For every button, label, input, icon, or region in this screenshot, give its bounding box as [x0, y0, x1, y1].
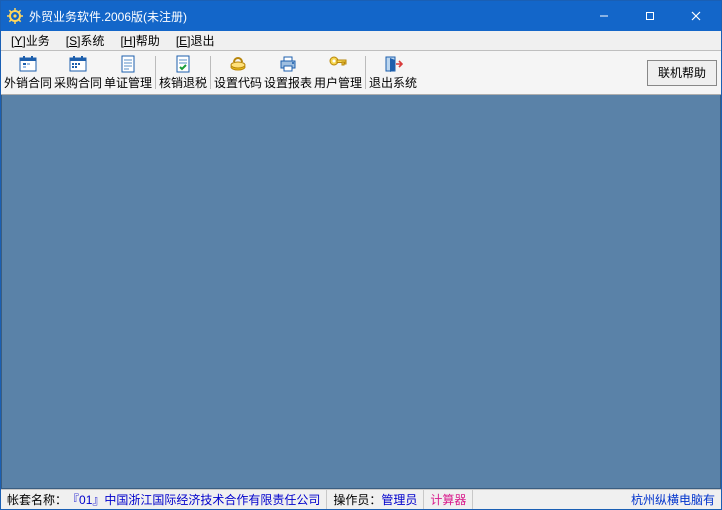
- account-value: 『01』中国浙江国际经济技术合作有限责任公司: [67, 491, 320, 508]
- close-button[interactable]: [673, 1, 719, 31]
- calendar-icon: [17, 54, 39, 74]
- window-title: 外贸业务软件.2006版(未注册): [29, 8, 581, 25]
- tb-label: 设置报表: [264, 74, 312, 91]
- tb-set-report[interactable]: 设置报表: [263, 53, 313, 92]
- menu-bar: [Y]业务 [S]系统 [H]帮助 [E]退出: [1, 31, 721, 51]
- window-controls: [581, 1, 719, 31]
- tb-purchase-contract[interactable]: 采购合同: [53, 53, 103, 92]
- calculator-link[interactable]: 计算器: [430, 491, 466, 508]
- minimize-button[interactable]: [581, 1, 627, 31]
- mdi-client-area: [1, 95, 721, 489]
- menu-exit[interactable]: [E]退出: [170, 31, 221, 50]
- tb-label: 用户管理: [314, 74, 362, 91]
- tb-label: 外销合同: [4, 74, 52, 91]
- tb-verify-refund[interactable]: 核销退税: [158, 53, 208, 92]
- status-account: 帐套名称： 『01』中国浙江国际经济技术合作有限责任公司: [1, 490, 327, 509]
- printer-icon: [277, 54, 299, 74]
- online-help-button[interactable]: 联机帮助: [647, 60, 717, 86]
- tb-label: 设置代码: [214, 74, 262, 91]
- menu-system[interactable]: [S]系统: [60, 31, 111, 50]
- account-label: 帐套名称：: [7, 491, 67, 508]
- toolbar-spacer: [418, 53, 647, 92]
- status-bar: 帐套名称： 『01』中国浙江国际经济技术合作有限责任公司 操作员： 管理员 计算…: [1, 489, 721, 509]
- tb-label: 单证管理: [104, 74, 152, 91]
- brand-text: 杭州纵横电脑有: [631, 491, 715, 508]
- document-check-icon: [172, 54, 194, 74]
- tb-export-contract[interactable]: 外销合同: [3, 53, 53, 92]
- settings-icon: [227, 54, 249, 74]
- app-window: 外贸业务软件.2006版(未注册) [Y]业务 [S]系统 [H]帮助 [E]退…: [0, 0, 722, 510]
- key-icon: [327, 54, 349, 74]
- tb-label: 核销退税: [159, 74, 207, 91]
- tb-label: 退出系统: [369, 74, 417, 91]
- menu-business[interactable]: [Y]业务: [5, 31, 56, 50]
- tb-user-management[interactable]: 用户管理: [313, 53, 363, 92]
- status-calculator[interactable]: 计算器: [424, 490, 473, 509]
- app-icon: [7, 8, 23, 24]
- maximize-button[interactable]: [627, 1, 673, 31]
- status-brand: 杭州纵横电脑有: [625, 490, 721, 509]
- tb-doc-management[interactable]: 单证管理: [103, 53, 153, 92]
- toolbar-separator: [210, 56, 211, 89]
- toolbar-separator: [365, 56, 366, 89]
- tb-exit-system[interactable]: 退出系统: [368, 53, 418, 92]
- tb-set-code[interactable]: 设置代码: [213, 53, 263, 92]
- toolbar: 外销合同 采购合同 单证管理 核销退税 设置代码 设置报表 用户管理: [1, 51, 721, 95]
- calendar-icon: [67, 54, 89, 74]
- menu-help[interactable]: [H]帮助: [114, 31, 165, 50]
- title-bar: 外贸业务软件.2006版(未注册): [1, 1, 721, 31]
- toolbar-separator: [155, 56, 156, 89]
- operator-value: 管理员: [381, 491, 417, 508]
- exit-icon: [382, 54, 404, 74]
- operator-label: 操作员：: [333, 491, 381, 508]
- status-operator: 操作员： 管理员: [327, 490, 424, 509]
- document-icon: [117, 54, 139, 74]
- tb-label: 采购合同: [54, 74, 102, 91]
